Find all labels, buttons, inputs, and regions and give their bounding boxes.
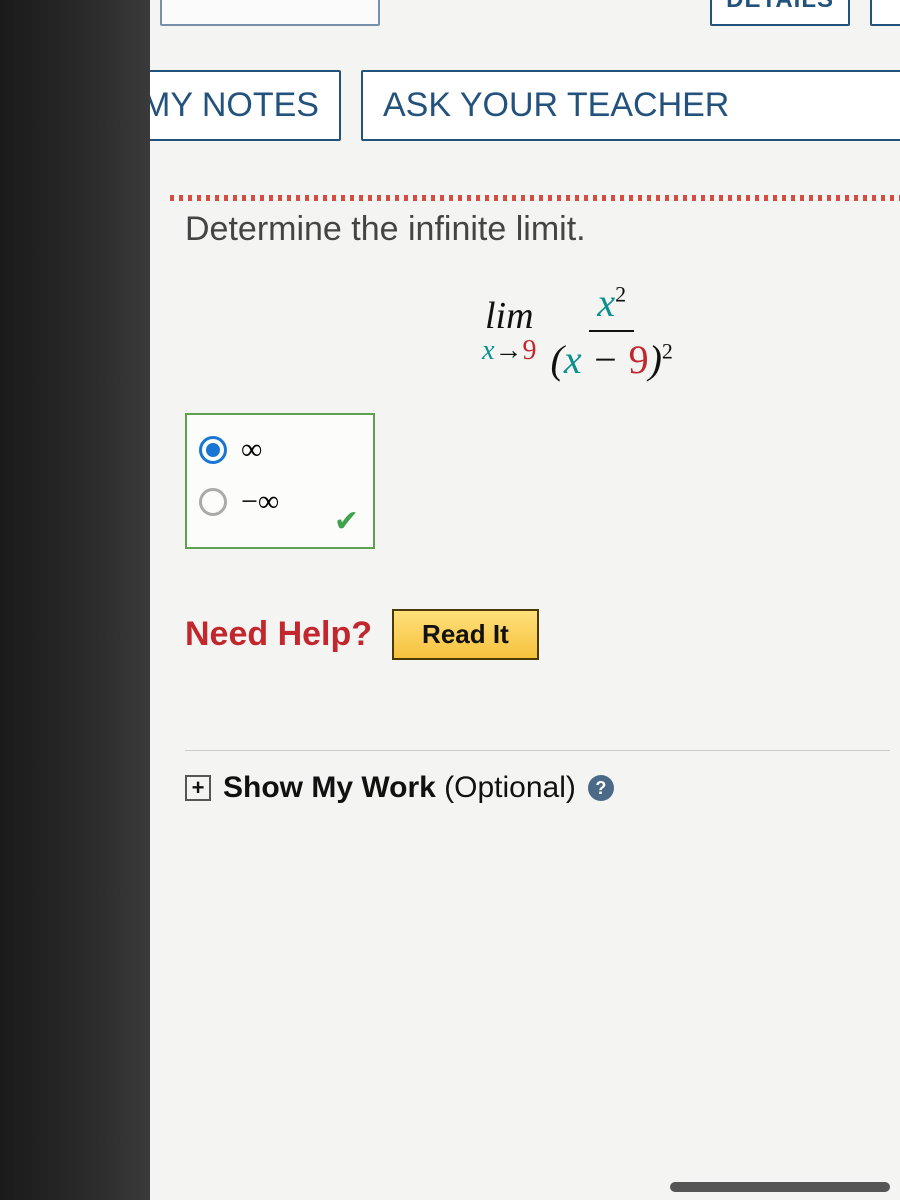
den-open: ( (551, 337, 564, 382)
ask-your-teacher-button[interactable]: ASK YOUR TEACHER (361, 70, 900, 141)
dotted-divider (170, 195, 900, 201)
nav-row: MY NOTES ASK YOUR TEACHER (150, 70, 900, 141)
need-help-label: Need Help? (185, 615, 372, 654)
num-exp: 2 (615, 282, 626, 307)
option-infinity[interactable]: ∞ (199, 433, 361, 467)
show-my-work-text: Show My Work (Optional) (223, 771, 576, 805)
lim-block: lim x→9 (482, 297, 536, 365)
lim-arrow: → (495, 335, 523, 366)
top-partial-row: DETAILS (150, 0, 900, 26)
lim-approach: 9 (523, 335, 537, 366)
show-my-work-row[interactable]: + Show My Work (Optional) ? (185, 750, 890, 805)
radio-empty-icon[interactable] (199, 488, 227, 516)
fraction: x2 (x − 9)2 (551, 279, 673, 383)
show-my-work-optional: (Optional) (436, 771, 576, 804)
option-neg-infinity-label: −∞ (241, 485, 279, 519)
horizontal-scrollbar[interactable] (670, 1182, 890, 1192)
den-exp: 2 (662, 339, 673, 364)
expand-icon[interactable]: + (185, 775, 211, 801)
limit-expression: lim x→9 x2 (x − 9)2 (265, 279, 890, 383)
answer-box: ∞ −∞ ✔ (185, 413, 375, 549)
partial-button-left[interactable] (160, 0, 380, 26)
read-it-button[interactable]: Read It (392, 609, 539, 660)
den-var: x (564, 337, 582, 382)
partial-button-right[interactable] (870, 0, 900, 26)
show-my-work-bold: Show My Work (223, 771, 436, 804)
my-notes-button[interactable]: MY NOTES (150, 70, 341, 141)
monitor-bezel (0, 0, 150, 1200)
den-const: 9 (629, 337, 649, 382)
question-prompt: Determine the infinite limit. (185, 210, 890, 249)
checkmark-icon: ✔ (334, 504, 359, 539)
numerator: x2 (589, 279, 634, 332)
option-infinity-label: ∞ (241, 433, 262, 467)
den-minus: − (582, 337, 629, 382)
den-close: ) (649, 337, 662, 382)
lim-var: x (482, 335, 494, 366)
help-icon[interactable]: ? (588, 775, 614, 801)
denominator: (x − 9)2 (551, 332, 673, 383)
question-content: Determine the infinite limit. lim x→9 x2… (185, 210, 890, 1190)
lim-sub: x→9 (482, 337, 536, 365)
num-base: x (597, 280, 615, 325)
lim-label: lim (485, 297, 534, 335)
radio-selected-icon[interactable] (199, 436, 227, 464)
need-help-row: Need Help? Read It (185, 609, 890, 660)
screen-area: DETAILS MY NOTES ASK YOUR TEACHER Determ… (150, 0, 900, 1200)
details-button[interactable]: DETAILS (710, 0, 850, 26)
